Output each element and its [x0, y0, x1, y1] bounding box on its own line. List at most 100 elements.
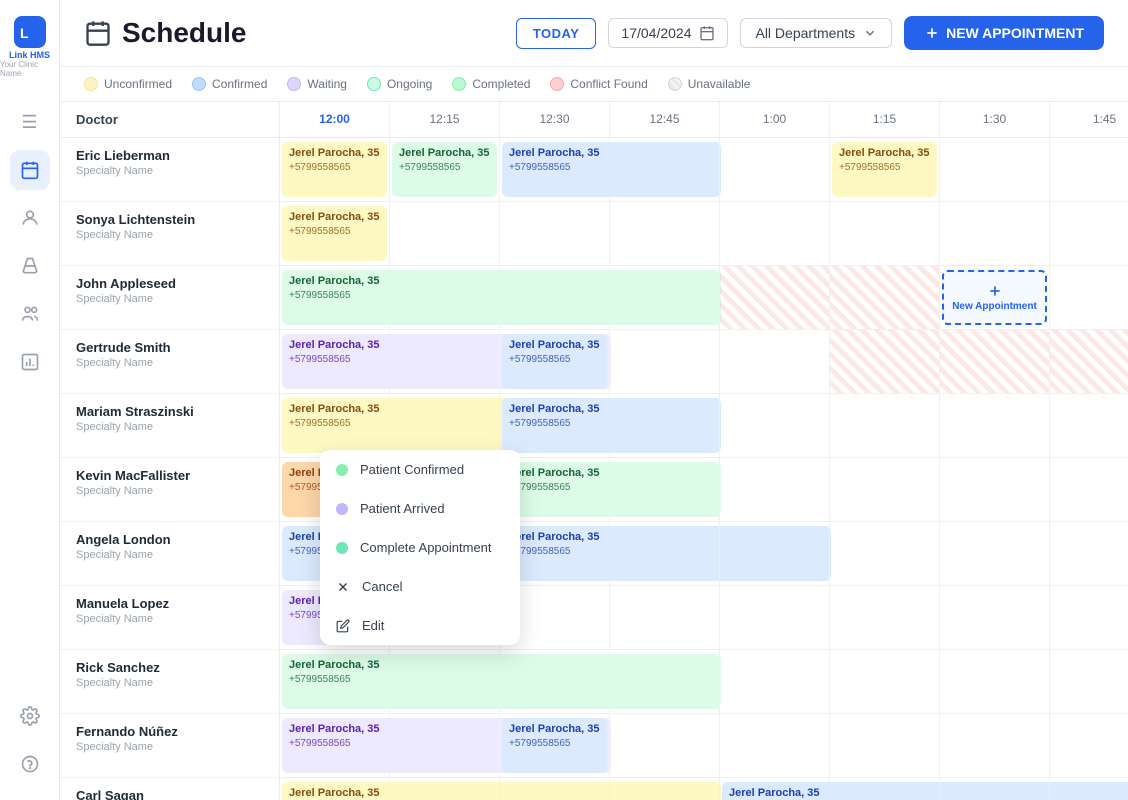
context-menu-patient-arrived[interactable]: Patient Arrived	[320, 489, 520, 528]
john-cell-130[interactable]: New Appointment	[940, 266, 1050, 329]
eric-cell-145[interactable]	[1050, 138, 1128, 201]
manuela-cell-115[interactable]	[830, 586, 940, 649]
kevin-cell-1245[interactable]	[610, 458, 720, 521]
fernando-cell-1245[interactable]	[610, 714, 720, 777]
eric-cell-115[interactable]: Jerel Parocha, 35 +5799558565	[830, 138, 940, 201]
angela-cell-130[interactable]	[940, 522, 1050, 585]
calendar-nav-icon[interactable]	[10, 150, 50, 190]
angela-cell-145[interactable]	[1050, 522, 1128, 585]
fernando-cell-1230[interactable]: Jerel Parocha, 35 +5799558565	[500, 714, 610, 777]
eric-cell-130[interactable]	[940, 138, 1050, 201]
mariam-cell-1200[interactable]: Jerel Parocha, 35 +5799558565	[280, 394, 390, 457]
fernando-cell-145[interactable]	[1050, 714, 1128, 777]
gertrude-appt-1230[interactable]: Jerel Parocha, 35 +5799558565	[502, 334, 607, 389]
rick-cell-130[interactable]	[940, 650, 1050, 713]
mariam-cell-1215[interactable]	[390, 394, 500, 457]
carl-cell-100[interactable]: Jerel Parocha, 35 +5799558565	[720, 778, 830, 800]
help-nav-icon[interactable]	[10, 744, 50, 784]
john-new-appt-placeholder[interactable]: New Appointment	[942, 270, 1047, 325]
eric-appt-1200[interactable]: Jerel Parocha, 35 +5799558565	[282, 142, 387, 197]
settings-nav-icon[interactable]	[10, 696, 50, 736]
fernando-cell-1215[interactable]	[390, 714, 500, 777]
rick-cell-115[interactable]	[830, 650, 940, 713]
carl-cell-115[interactable]	[830, 778, 940, 800]
fernando-cell-1200[interactable]: Jerel Parocha, 35 +5799558565	[280, 714, 390, 777]
carl-cell-130[interactable]	[940, 778, 1050, 800]
rick-cell-145[interactable]	[1050, 650, 1128, 713]
kevin-cell-130[interactable]	[940, 458, 1050, 521]
new-appointment-button[interactable]: NEW APPOINTMENT	[904, 16, 1104, 50]
gertrude-cell-100[interactable]	[720, 330, 830, 393]
gertrude-time-cells: Jerel Parocha, 35 +5799558565 Jerel Paro…	[280, 330, 1128, 393]
mariam-cell-1245[interactable]	[610, 394, 720, 457]
angela-cell-100[interactable]	[720, 522, 830, 585]
context-menu-cancel[interactable]: Cancel	[320, 567, 520, 606]
john-cell-1200[interactable]: Jerel Parocha, 35 +5799558565	[280, 266, 390, 329]
carl-cell-145[interactable]	[1050, 778, 1128, 800]
kevin-cell-100[interactable]	[720, 458, 830, 521]
carl-cell-1245[interactable]	[610, 778, 720, 800]
fernando-appt-1230[interactable]: Jerel Parocha, 35 +5799558565	[502, 718, 607, 773]
sonya-cell-1200[interactable]: Jerel Parocha, 35 +5799558565	[280, 202, 390, 265]
manuela-cell-100[interactable]	[720, 586, 830, 649]
gertrude-cell-1245[interactable]	[610, 330, 720, 393]
mariam-cell-100[interactable]	[720, 394, 830, 457]
john-cell-1230[interactable]	[500, 266, 610, 329]
person-nav-icon[interactable]	[10, 198, 50, 238]
mariam-cell-115[interactable]	[830, 394, 940, 457]
department-selector[interactable]: All Departments	[740, 18, 892, 48]
sonya-cell-115[interactable]	[830, 202, 940, 265]
angela-cell-1245[interactable]	[610, 522, 720, 585]
carl-cell-1215[interactable]	[390, 778, 500, 800]
sonya-cell-145[interactable]	[1050, 202, 1128, 265]
manuela-cell-130[interactable]	[940, 586, 1050, 649]
kevin-cell-115[interactable]	[830, 458, 940, 521]
carl-cell-1230[interactable]	[500, 778, 610, 800]
fernando-cell-115[interactable]	[830, 714, 940, 777]
flask-nav-icon[interactable]	[10, 246, 50, 286]
gertrude-cell-1215[interactable]	[390, 330, 500, 393]
rick-cell-1245[interactable]	[610, 650, 720, 713]
manuela-cell-1245[interactable]	[610, 586, 720, 649]
eric-cell-100[interactable]	[720, 138, 830, 201]
carl-cell-1200[interactable]: Jerel Parocha, 35 +5799558565	[280, 778, 390, 800]
john-cell-1245[interactable]	[610, 266, 720, 329]
sonya-cell-1230[interactable]	[500, 202, 610, 265]
eric-cell-1245[interactable]	[610, 138, 720, 201]
sonya-cell-1245[interactable]	[610, 202, 720, 265]
today-button[interactable]: TODAY	[516, 18, 597, 49]
sonya-cell-1215[interactable]	[390, 202, 500, 265]
fernando-cell-130[interactable]	[940, 714, 1050, 777]
context-menu-edit[interactable]: Edit	[320, 606, 520, 645]
eric-cell-1230[interactable]: Jerel Parocha, 35 +5799558565	[500, 138, 610, 201]
sonya-appt-1200[interactable]: Jerel Parocha, 35 +5799558565	[282, 206, 387, 261]
mariam-cell-1230[interactable]: Jerel Parocha, 35 +5799558565	[500, 394, 610, 457]
rick-cell-1215[interactable]	[390, 650, 500, 713]
menu-icon-btn[interactable]: ☰	[10, 102, 50, 142]
eric-appt-115[interactable]: Jerel Parocha, 35 +5799558565	[832, 142, 937, 197]
eric-cell-1215[interactable]: Jerel Parocha, 35 +5799558565	[390, 138, 500, 201]
john-cell-145[interactable]	[1050, 266, 1128, 329]
gertrude-cell-1200[interactable]: Jerel Parocha, 35 +5799558565	[280, 330, 390, 393]
kevin-cell-145[interactable]	[1050, 458, 1128, 521]
gertrude-cell-1230[interactable]: Jerel Parocha, 35 +5799558565	[500, 330, 610, 393]
legend-confirmed: Confirmed	[192, 77, 267, 91]
john-cell-1215[interactable]	[390, 266, 500, 329]
context-menu-patient-confirmed[interactable]: Patient Confirmed	[320, 450, 520, 489]
rick-cell-100[interactable]	[720, 650, 830, 713]
sonya-cell-130[interactable]	[940, 202, 1050, 265]
sonya-cell-100[interactable]	[720, 202, 830, 265]
group-nav-icon[interactable]	[10, 294, 50, 334]
report-nav-icon[interactable]	[10, 342, 50, 382]
rick-cell-1200[interactable]: Jerel Parocha, 35 +5799558565	[280, 650, 390, 713]
context-menu-complete-appointment[interactable]: Complete Appointment	[320, 528, 520, 567]
rick-cell-1230[interactable]	[500, 650, 610, 713]
fernando-cell-100[interactable]	[720, 714, 830, 777]
date-selector[interactable]: 17/04/2024	[608, 18, 728, 48]
eric-cell-1200[interactable]: Jerel Parocha, 35 +5799558565	[280, 138, 390, 201]
eric-appt-1215[interactable]: Jerel Parocha, 35 +5799558565	[392, 142, 497, 197]
manuela-cell-145[interactable]	[1050, 586, 1128, 649]
mariam-cell-130[interactable]	[940, 394, 1050, 457]
mariam-cell-145[interactable]	[1050, 394, 1128, 457]
angela-cell-115[interactable]	[830, 522, 940, 585]
